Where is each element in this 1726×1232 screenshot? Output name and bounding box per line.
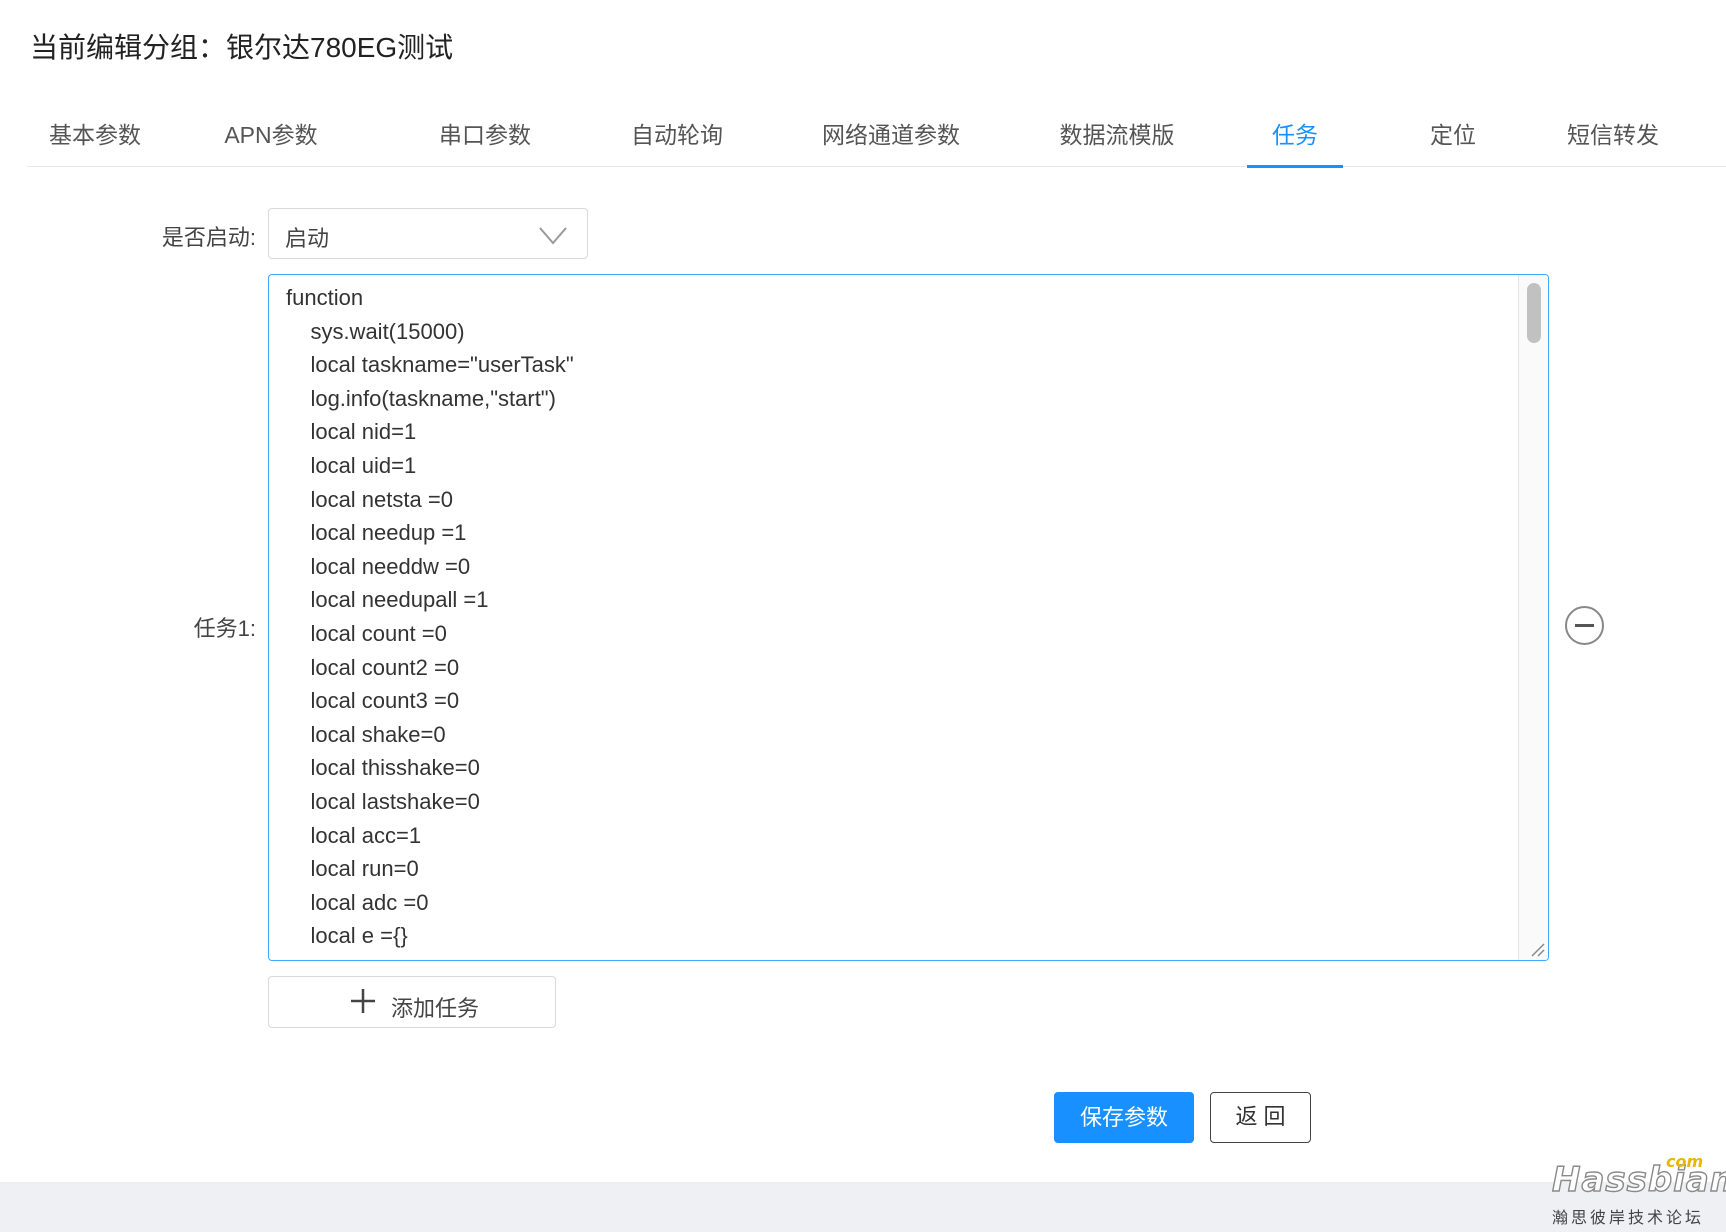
plus-icon <box>351 989 375 1013</box>
tab-serial-params[interactable]: 串口参数 <box>439 110 531 166</box>
page: 当前编辑分组：银尔达780EG测试 基本参数 APN参数 串口参数 自动轮询 网… <box>0 0 1726 1232</box>
page-title: 当前编辑分组：银尔达780EG测试 <box>30 32 454 63</box>
tab-basic-params[interactable]: 基本参数 <box>49 110 141 166</box>
resize-handle-icon[interactable] <box>1528 940 1546 958</box>
task-code-text[interactable]: function sys.wait(15000) local taskname=… <box>286 281 1514 953</box>
editor-scrollbar-thumb[interactable] <box>1527 283 1541 343</box>
remove-task-icon[interactable] <box>1565 606 1604 645</box>
add-task-label: 添加任务 <box>391 996 480 1021</box>
editor-scrollbar[interactable] <box>1518 275 1548 960</box>
tab-bar: 基本参数 APN参数 串口参数 自动轮询 网络通道参数 数据流模版 任务 定位 … <box>27 110 1726 168</box>
watermark-domain: com <box>1666 1152 1704 1171</box>
tab-location[interactable]: 定位 <box>1420 110 1486 166</box>
save-params-button[interactable]: 保存参数 <box>1054 1092 1194 1143</box>
tab-sms-forward[interactable]: 短信转发 <box>1567 110 1659 166</box>
tab-auto-polling[interactable]: 自动轮询 <box>631 110 723 166</box>
watermark-subtitle: 瀚思彼岸技术论坛 <box>1552 1210 1705 1227</box>
tab-tasks[interactable]: 任务 <box>1247 110 1343 168</box>
task-code-editor[interactable]: function sys.wait(15000) local taskname=… <box>268 274 1549 961</box>
enable-label: 是否启动: <box>161 225 256 250</box>
footer-bar <box>0 1182 1726 1232</box>
tab-apn-params[interactable]: APN参数 <box>223 110 319 166</box>
chevron-down-icon <box>539 227 567 245</box>
task-label: 任务1: <box>193 616 256 641</box>
tab-data-stream-template[interactable]: 数据流模版 <box>1059 110 1175 166</box>
enable-select-value: 启动 <box>285 226 330 251</box>
tab-network-channel-params[interactable]: 网络通道参数 <box>822 110 960 166</box>
add-task-button[interactable]: 添加任务 <box>268 976 556 1028</box>
back-button[interactable]: 返 回 <box>1210 1092 1311 1143</box>
watermark: Hassbian com 瀚思彼岸技术论坛 <box>1550 1152 1726 1230</box>
enable-select[interactable]: 启动 <box>268 208 588 259</box>
